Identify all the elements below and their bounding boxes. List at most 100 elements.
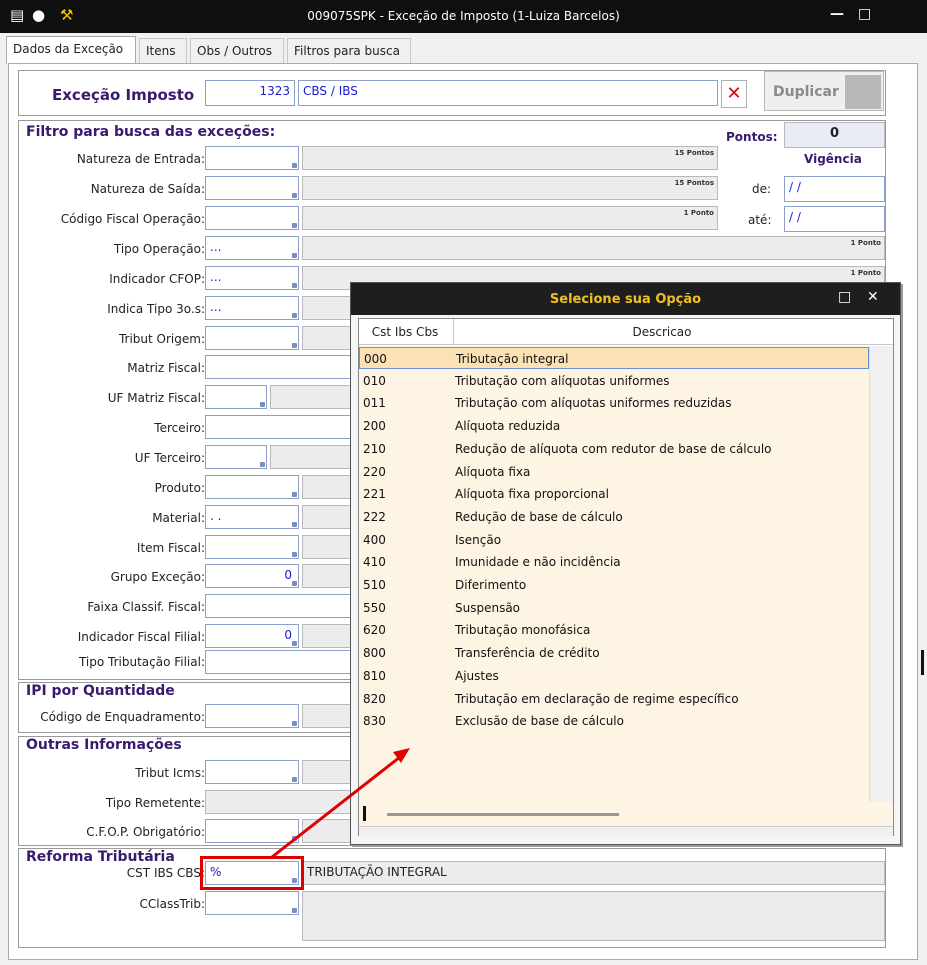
terceiro-input[interactable] bbox=[205, 415, 352, 439]
item-fiscal-input[interactable] bbox=[205, 535, 299, 559]
tipo-tributacao-input[interactable] bbox=[205, 650, 352, 674]
natureza-saida-label: Natureza de Saída: bbox=[90, 182, 205, 196]
excecao-code-input[interactable]: 1323 bbox=[205, 80, 295, 106]
option-code: 800 bbox=[363, 646, 386, 661]
option-row[interactable]: 011 Tributação com alíquotas uniformes re… bbox=[359, 392, 869, 414]
cclasstrib-desc bbox=[302, 891, 885, 941]
option-description: Isenção bbox=[455, 532, 502, 547]
option-code: 210 bbox=[363, 441, 386, 456]
option-row[interactable]: 550 Suspensão bbox=[359, 597, 869, 619]
cfop-obrig-input[interactable] bbox=[205, 819, 299, 843]
horizontal-scrollbar[interactable] bbox=[359, 802, 893, 826]
tribut-icms-input[interactable] bbox=[205, 760, 299, 784]
popup-maximize-icon[interactable]: □ bbox=[838, 289, 851, 305]
faixa-classif-label: Faixa Classif. Fiscal: bbox=[87, 600, 205, 614]
cfo-input[interactable] bbox=[205, 206, 299, 230]
option-description: Ajustes bbox=[455, 668, 499, 683]
option-code: 222 bbox=[363, 509, 386, 524]
item-fiscal-desc bbox=[302, 535, 352, 559]
indicador-cfop-label: Indicador CFOP: bbox=[109, 272, 205, 286]
cclasstrib-input[interactable] bbox=[205, 891, 299, 915]
column-header-cst[interactable]: Cst Ibs Cbs bbox=[359, 325, 451, 339]
option-row[interactable]: 221 Alíquota fixa proporcional bbox=[359, 483, 869, 505]
reforma-title: Reforma Tributária bbox=[26, 849, 175, 865]
option-code: 221 bbox=[363, 487, 386, 502]
faixa-classif-input[interactable] bbox=[205, 594, 352, 618]
filter-title: Filtro para busca das exceções: bbox=[26, 124, 276, 140]
close-red-icon[interactable]: ✕ bbox=[721, 80, 747, 108]
popup-close-icon[interactable]: ✕ bbox=[867, 289, 879, 305]
indica-tipo-input[interactable]: ... bbox=[205, 296, 299, 320]
duplicar-button[interactable]: Duplicar bbox=[764, 71, 884, 111]
uf-matriz-label: UF Matriz Fiscal: bbox=[107, 391, 205, 405]
option-row[interactable]: 220 Alíquota fixa bbox=[359, 461, 869, 483]
material-input[interactable]: . . bbox=[205, 505, 299, 529]
option-description: Suspensão bbox=[455, 600, 521, 615]
option-code: 510 bbox=[363, 578, 386, 592]
produto-input[interactable] bbox=[205, 475, 299, 499]
cfop-obrig-label: C.F.O.P. Obrigatório: bbox=[86, 825, 205, 839]
uf-matriz-input[interactable] bbox=[205, 385, 267, 409]
option-row[interactable]: 820 Tributação em declaração de regime es… bbox=[359, 688, 869, 710]
tipo-operacao-input[interactable]: ... bbox=[205, 236, 299, 260]
option-row[interactable]: 800 Transferência de crédito bbox=[359, 642, 869, 664]
codigo-enquadramento-input[interactable] bbox=[205, 704, 299, 728]
codigo-enquadramento-label: Código de Enquadramento: bbox=[40, 710, 205, 724]
tipo-remetente-label: Tipo Remetente: bbox=[105, 796, 205, 810]
option-row[interactable]: 830 Exclusão de base de cálculo bbox=[359, 710, 869, 732]
options-grid: Cst Ibs Cbs Descricao 000 Tributação inte… bbox=[358, 318, 894, 836]
option-description: Redução de base de cálculo bbox=[455, 509, 623, 524]
vertical-scrollbar[interactable] bbox=[869, 346, 893, 826]
option-code: 010 bbox=[363, 373, 386, 388]
ate-date-input[interactable]: / / bbox=[784, 206, 885, 232]
maximize-button[interactable]: □ bbox=[858, 6, 871, 22]
cst-ibs-cbs-label: CST IBS CBS: bbox=[126, 866, 205, 880]
option-row[interactable]: 410 Imunidade e não incidência bbox=[359, 551, 869, 573]
tab-dados-da-excecao[interactable]: Dados da Exceção bbox=[6, 36, 136, 64]
option-row[interactable]: 620 Tributação monofásica bbox=[359, 619, 869, 641]
option-code: 620 bbox=[363, 623, 386, 638]
tab-filtros-para-busca[interactable]: Filtros para busca bbox=[287, 38, 411, 64]
de-date-input[interactable]: / / bbox=[784, 176, 885, 202]
pontos-value: 0 bbox=[784, 122, 885, 148]
cfo-label: Código Fiscal Operação: bbox=[60, 212, 205, 226]
option-code: 830 bbox=[363, 714, 386, 729]
grupo-excecao-label: Grupo Exceção: bbox=[110, 570, 205, 584]
uf-matriz-desc bbox=[270, 385, 352, 409]
option-description: Transferência de crédito bbox=[455, 646, 600, 661]
vigencia-label: Vigência bbox=[804, 152, 862, 166]
column-header-descricao[interactable]: Descricao bbox=[455, 325, 869, 339]
option-row[interactable]: 400 Isenção bbox=[359, 529, 869, 551]
tab-itens[interactable]: Itens bbox=[139, 38, 187, 64]
tipo-operacao-desc: 1 Ponto bbox=[302, 236, 885, 260]
material-label: Material: bbox=[152, 511, 205, 525]
scrollbar-thumb[interactable] bbox=[387, 813, 619, 816]
minimize-button[interactable]: — bbox=[830, 6, 844, 22]
option-row[interactable]: 210 Redução de alíquota com redutor de ba… bbox=[359, 438, 869, 460]
indicador-fiscal-label: Indicador Fiscal Filial: bbox=[77, 630, 205, 644]
option-row[interactable]: 010 Tributação com alíquotas uniformes bbox=[359, 370, 869, 392]
option-description: Alíquota reduzida bbox=[455, 419, 561, 434]
option-code: 820 bbox=[363, 691, 386, 706]
tribut-origem-input[interactable] bbox=[205, 326, 299, 350]
title-bar: ▤ ● ⚒ 009075SPK - Exceção de Imposto (1-… bbox=[0, 0, 927, 33]
tab-obs-outros[interactable]: Obs / Outros bbox=[190, 38, 284, 64]
option-row[interactable]: 000 Tributação integral bbox=[359, 347, 869, 369]
matriz-fiscal-input[interactable] bbox=[205, 355, 352, 379]
grid-footer bbox=[359, 826, 893, 836]
indica-tipo-label: Indica Tipo 3o.s: bbox=[107, 302, 205, 316]
grupo-excecao-input[interactable]: 0 bbox=[205, 564, 299, 588]
option-row[interactable]: 200 Alíquota reduzida bbox=[359, 415, 869, 437]
natureza-saida-input[interactable] bbox=[205, 176, 299, 200]
option-row[interactable]: 222 Redução de base de cálculo bbox=[359, 506, 869, 528]
resize-handle[interactable] bbox=[921, 650, 924, 675]
indicador-cfop-input[interactable]: ... bbox=[205, 266, 299, 290]
tipo-remetente-field[interactable] bbox=[205, 790, 352, 814]
option-row[interactable]: 510 Diferimento bbox=[359, 574, 869, 596]
uf-terceiro-input[interactable] bbox=[205, 445, 267, 469]
excecao-description-input[interactable]: CBS / IBS bbox=[298, 80, 718, 106]
option-row[interactable]: 810 Ajustes bbox=[359, 665, 869, 687]
indicador-fiscal-desc bbox=[302, 624, 352, 648]
indicador-fiscal-input[interactable]: 0 bbox=[205, 624, 299, 648]
natureza-entrada-input[interactable] bbox=[205, 146, 299, 170]
